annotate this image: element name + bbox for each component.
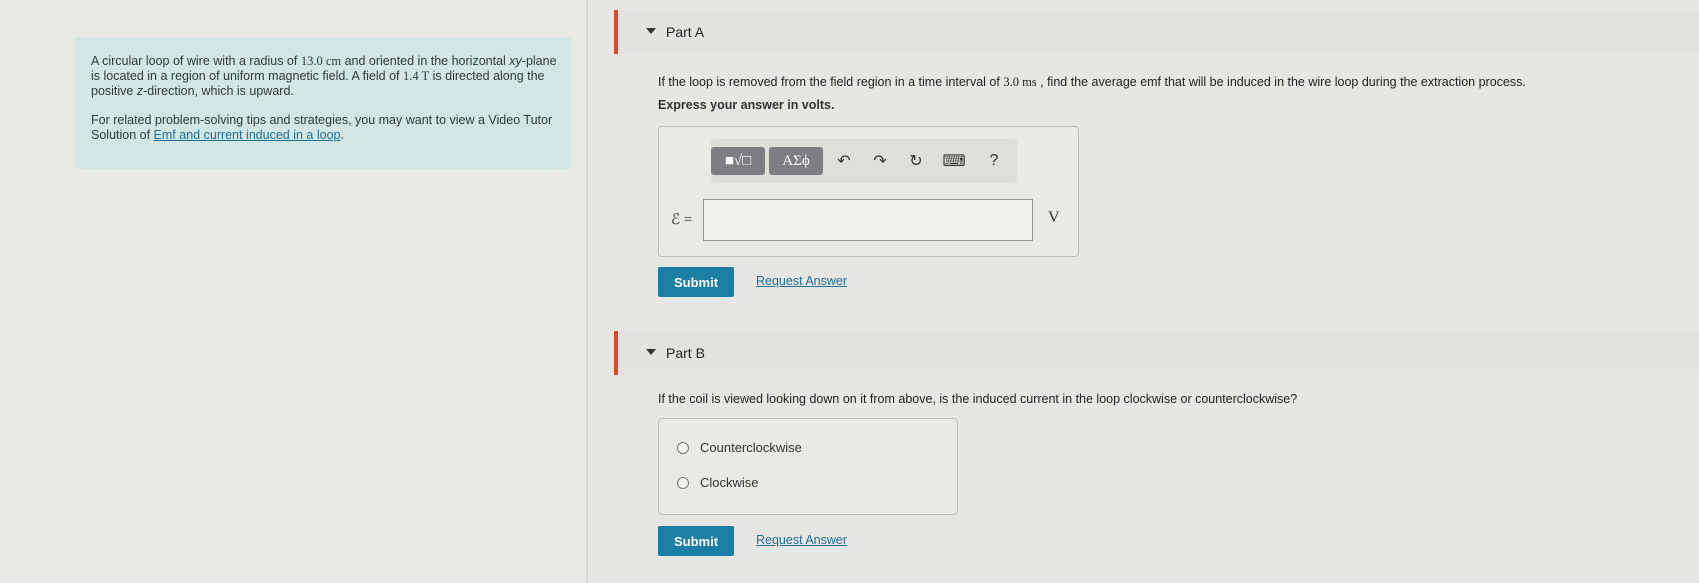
part-b-request-answer-link[interactable]: Request Answer <box>756 533 847 547</box>
answer-box: ■√□ AΣϕ ↶ ↷ ↻ ⌨ ? ℰ = V <box>658 126 1079 257</box>
problem-statement-box: A circular loop of wire with a radius of… <box>75 38 571 169</box>
collapse-triangle-icon[interactable] <box>646 349 656 355</box>
part-a-header[interactable]: Part A <box>614 10 1699 54</box>
time-value: 3.0 ms <box>1003 75 1037 89</box>
part-a-question: If the loop is removed from the field re… <box>658 75 1526 89</box>
radio-button[interactable] <box>677 441 689 454</box>
redo-icon[interactable]: ↷ <box>869 151 891 171</box>
option-counterclockwise[interactable]: Counterclockwise <box>677 440 802 455</box>
video-tutor-link[interactable]: Emf and current induced in a loop <box>154 128 341 142</box>
help-icon[interactable]: ? <box>983 151 1005 171</box>
reset-icon[interactable]: ↻ <box>905 151 927 171</box>
part-b-title: Part B <box>666 345 705 361</box>
part-b-accent-bar <box>614 331 618 375</box>
part-b-question: If the coil is viewed looking down on it… <box>658 392 1298 406</box>
emf-variable-label: ℰ = <box>671 212 693 228</box>
part-a-submit-button[interactable]: Submit <box>658 267 734 297</box>
part-a-request-answer-link[interactable]: Request Answer <box>756 274 847 288</box>
keyboard-icon[interactable]: ⌨ <box>942 151 965 171</box>
unit-label: V <box>1048 209 1060 226</box>
emf-answer-input[interactable] <box>703 199 1033 241</box>
video-tutor-text: For related problem-solving tips and str… <box>91 113 553 142</box>
templates-button[interactable]: ■√□ <box>711 147 765 175</box>
radio-button[interactable] <box>677 476 689 489</box>
choice-list: Counterclockwise Clockwise <box>658 418 958 515</box>
radius-value: 13.0 cm <box>300 54 342 68</box>
part-b-submit-button[interactable]: Submit <box>658 526 734 556</box>
undo-icon[interactable]: ↶ <box>833 151 855 171</box>
part-a-title: Part A <box>666 24 705 40</box>
problem-intro-column: A circular loop of wire with a radius of… <box>0 0 586 583</box>
collapse-triangle-icon[interactable] <box>646 28 656 34</box>
problem-text: A circular loop of wire with a radius of… <box>91 54 557 98</box>
option-clockwise[interactable]: Clockwise <box>677 475 759 490</box>
math-toolbar: ■√□ AΣϕ ↶ ↷ ↻ ⌨ ? <box>711 139 1017 183</box>
part-a-accent-bar <box>614 10 618 54</box>
answer-instructions: Express your answer in volts. <box>658 98 835 112</box>
option-label: Counterclockwise <box>700 440 802 455</box>
field-value: 1.4 T <box>402 69 430 83</box>
part-b-header[interactable]: Part B <box>614 331 1699 375</box>
column-divider <box>586 0 588 583</box>
option-label: Clockwise <box>700 475 759 490</box>
greek-symbols-button[interactable]: AΣϕ <box>769 147 823 175</box>
